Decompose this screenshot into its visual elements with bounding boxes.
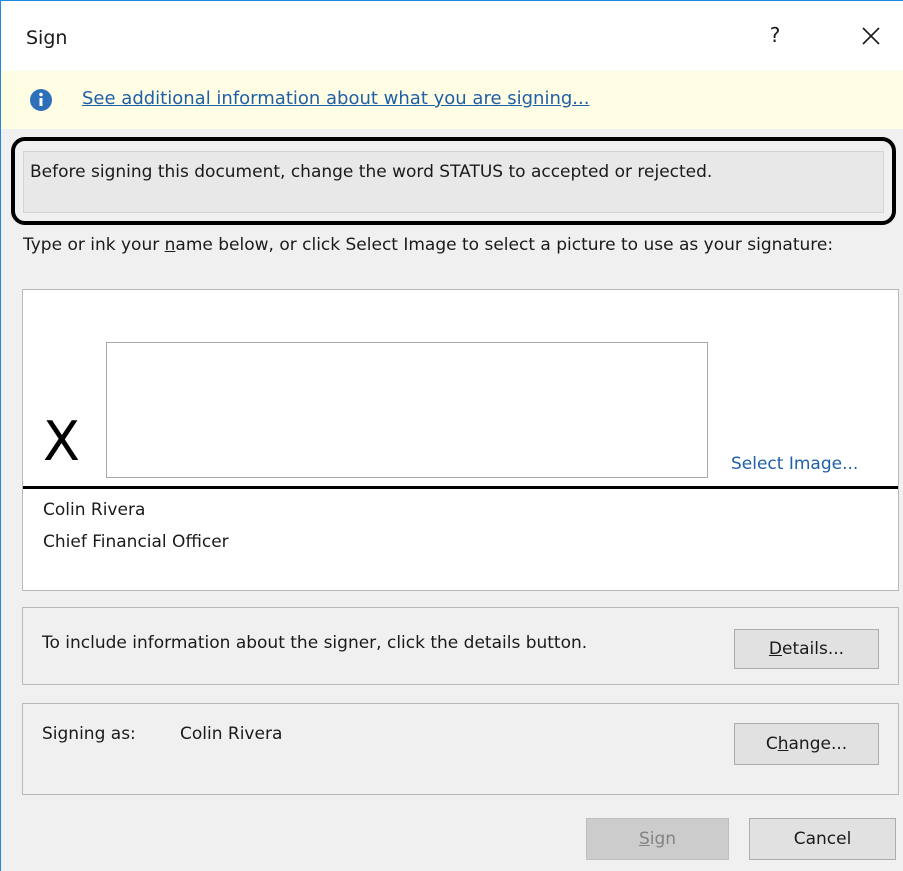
instructions-text: Before signing this document, change the… <box>30 162 713 182</box>
cancel-button[interactable]: Cancel <box>749 818 896 860</box>
details-mnemonic: D <box>768 639 783 659</box>
title-bar: Sign ? <box>1 1 903 71</box>
instructions-box: Before signing this document, change the… <box>23 151 884 213</box>
signature-prompt: Type or ink your name below, or click Se… <box>23 233 883 257</box>
prompt-text-end: ame below, or click Select Image to sele… <box>175 235 834 255</box>
change-label-start: C <box>765 734 778 754</box>
additional-info-link[interactable]: See additional information about what yo… <box>82 88 589 109</box>
dialog-title: Sign <box>26 27 68 49</box>
sign-button-label: ign <box>649 829 677 849</box>
change-mnemonic: h <box>777 734 789 754</box>
info-icon <box>30 89 52 111</box>
signer-name: Colin Rivera <box>43 500 146 520</box>
signing-instructions: Before signing this document, change the… <box>11 137 896 225</box>
signing-as-label: Signing as: <box>42 724 136 744</box>
sign-dialog: Sign ? See additional information about … <box>0 0 903 871</box>
prompt-mnemonic: n <box>164 235 176 255</box>
details-panel: To include information about the signer,… <box>22 607 899 685</box>
signature-input[interactable] <box>106 342 708 478</box>
signing-as-panel: Signing as: Colin Rivera Change... <box>22 703 899 795</box>
select-image-link[interactable]: Select Image... <box>731 454 858 474</box>
signer-title: Chief Financial Officer <box>43 532 229 552</box>
signature-panel: X Select Image... Colin Rivera Chief Fin… <box>22 289 899 591</box>
change-button[interactable]: Change... <box>734 723 879 765</box>
signing-as-name: Colin Rivera <box>180 724 283 744</box>
help-button[interactable]: ? <box>765 23 785 49</box>
change-label-end: ange... <box>788 734 848 754</box>
prompt-text-start: Type or ink your <box>23 235 165 255</box>
signature-line <box>23 486 898 489</box>
info-bar: See additional information about what yo… <box>1 71 903 129</box>
close-button[interactable] <box>856 21 886 51</box>
signature-x-mark: X <box>43 410 80 473</box>
details-button[interactable]: Details... <box>734 629 879 669</box>
close-icon <box>862 27 880 45</box>
sign-mnemonic: S <box>638 829 650 849</box>
details-button-label: etails... <box>782 639 845 659</box>
details-text: To include information about the signer,… <box>42 633 588 653</box>
sign-button[interactable]: Sign <box>586 818 729 860</box>
